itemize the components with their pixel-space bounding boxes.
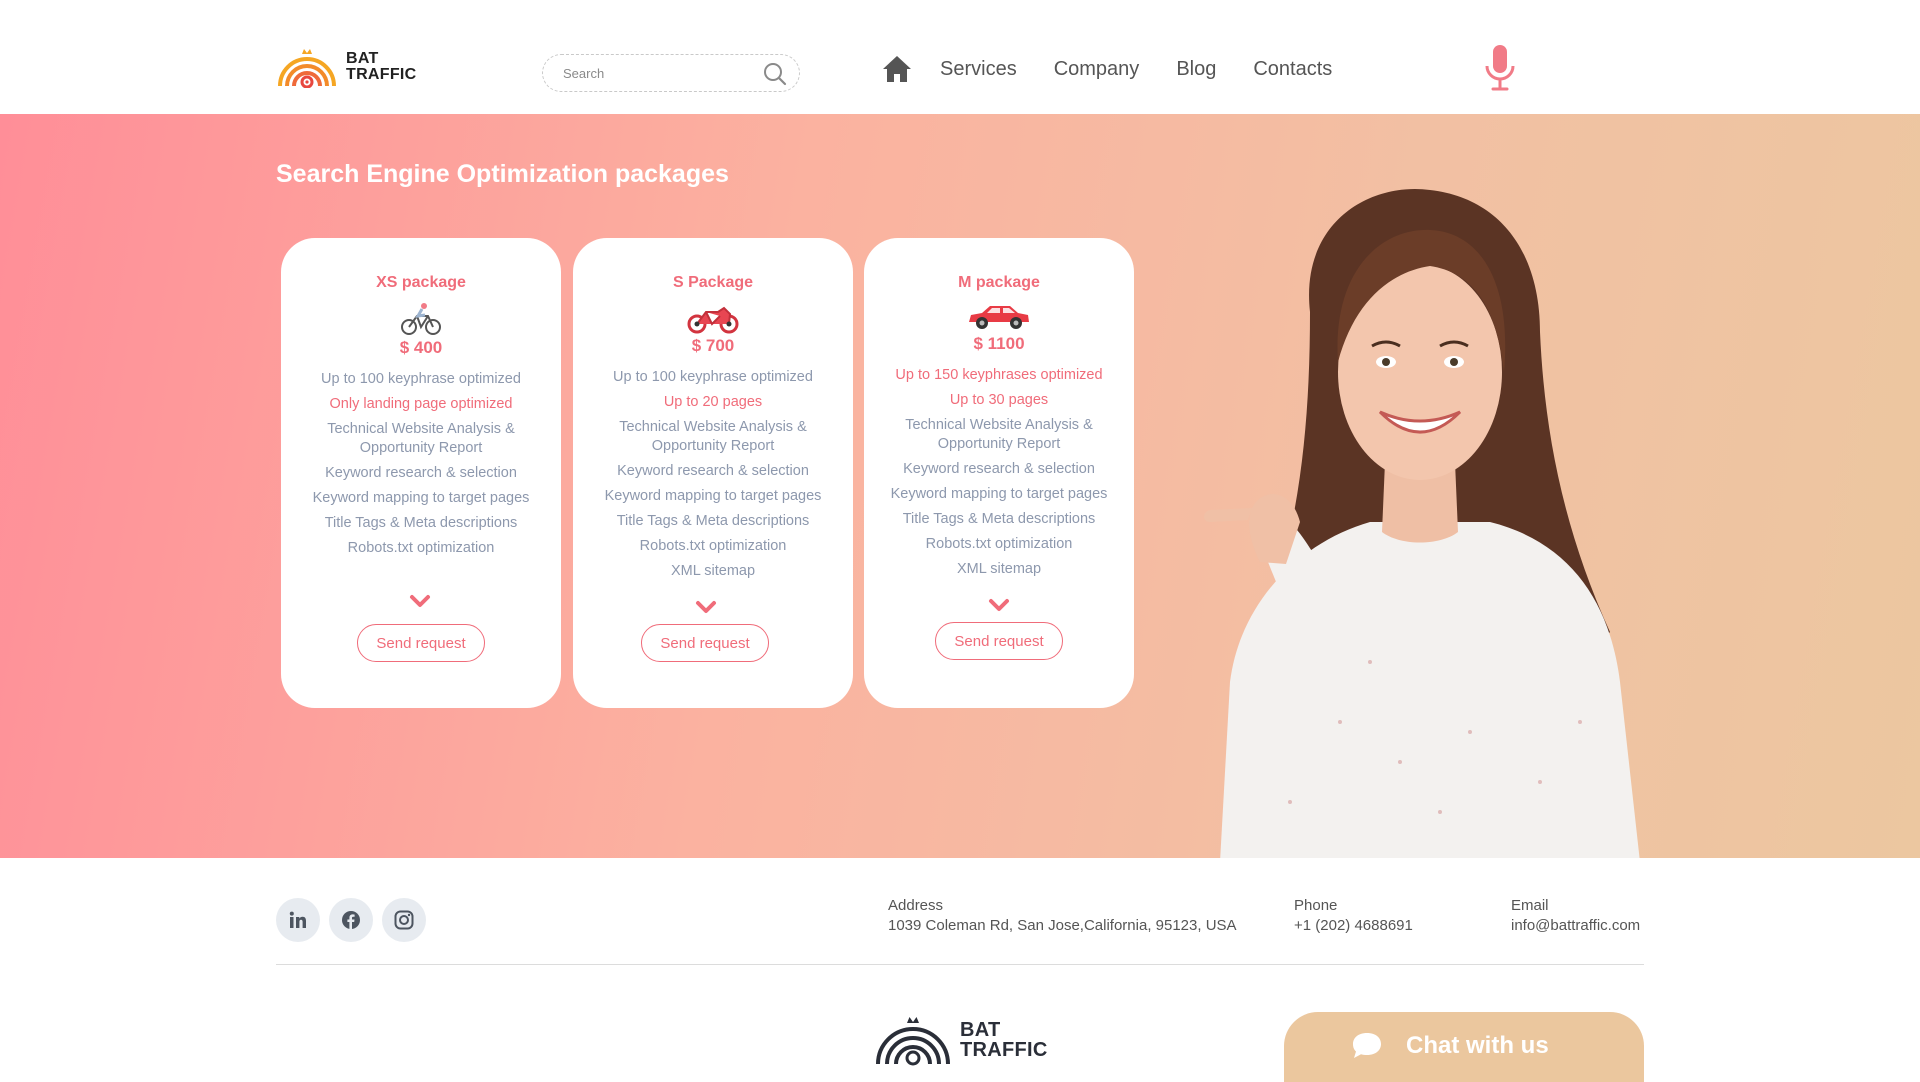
chat-label: Chat with us (1406, 1032, 1549, 1059)
footer-logo[interactable]: BAT TRAFFIC (874, 1014, 1048, 1066)
search-input[interactable] (563, 64, 753, 82)
feature-item: XML sitemap (956, 561, 1042, 577)
instagram-icon (394, 910, 414, 930)
feature-item: Keyword mapping to target pages (604, 488, 822, 504)
nav-services[interactable]: Services (940, 52, 1017, 86)
address-label: Address (888, 897, 944, 914)
feature-item: Up to 100 keyphrase optimized (613, 369, 813, 385)
facebook-icon (342, 911, 360, 929)
feature-item: Up to 150 keyphrases optimized (895, 367, 1103, 383)
feature-item: Robots.txt optimization (925, 536, 1073, 552)
phone-label: Phone (1294, 897, 1338, 914)
feature-item: Title Tags & Meta descriptions (902, 511, 1096, 527)
feature-item: Up to 100 keyphrase optimized (321, 371, 521, 387)
nav-company[interactable]: Company (1054, 52, 1140, 86)
feature-item: Up to 20 pages (663, 394, 763, 410)
package-name: S Package (672, 274, 754, 291)
chat-with-us-button[interactable]: Chat with us (1284, 1012, 1644, 1082)
package-name: XS package (376, 274, 466, 291)
car-icon (969, 306, 1029, 329)
facebook-link[interactable] (329, 898, 373, 942)
package-name: M package (958, 274, 1040, 291)
package-card-xs: XS package $ 400 Up to 100 keyphrase opt… (281, 238, 561, 708)
logo-line-2: TRAFFIC (346, 66, 417, 83)
linkedin-link[interactable] (276, 898, 320, 942)
nav-contacts[interactable]: Contacts (1253, 52, 1332, 86)
feature-item: XML sitemap (670, 563, 756, 579)
home-icon[interactable] (882, 55, 912, 83)
address-value: 1039 Coleman Rd, San Jose,California, 95… (888, 917, 1237, 934)
chevron-down-icon[interactable] (409, 594, 431, 608)
logo-line-1: BAT (346, 50, 379, 67)
nav-blog[interactable]: Blog (1176, 52, 1216, 86)
linkedin-icon (289, 911, 306, 928)
package-card-m: M package $ 1100 Up to 150 keyphrases op… (864, 238, 1134, 708)
search-icon[interactable] (763, 62, 787, 86)
instagram-link[interactable] (382, 898, 426, 942)
email-label: Email (1511, 897, 1549, 914)
feature-item: Title Tags & Meta descriptions (616, 513, 810, 529)
social-links (276, 898, 435, 942)
search-box (542, 54, 800, 92)
feature-item: Robots.txt optimization (347, 540, 495, 556)
feature-item: Keyword mapping to target pages (312, 490, 530, 506)
feature-item: Keyword research & selection (325, 465, 517, 481)
page-title: Search Engine Optimization packages (276, 160, 729, 188)
bicycle-icon (401, 303, 441, 335)
feature-item: Keyword mapping to target pages (890, 486, 1108, 502)
logo-text: BAT TRAFFIC (960, 1020, 1048, 1060)
send-request-button[interactable]: Send request (641, 624, 769, 662)
site-header: BAT TRAFFIC Services Company Blog Contac… (0, 0, 1920, 114)
bat-traffic-logo-icon (278, 49, 336, 88)
feature-item: Up to 30 pages (949, 392, 1049, 408)
feature-item: Title Tags & Meta descriptions (324, 515, 518, 531)
feature-item: Technical Website Analysis & Opportunity… (327, 421, 515, 456)
feature-list: Up to 150 keyphrases optimized Up to 30 … (864, 366, 1134, 579)
chevron-down-icon[interactable] (988, 598, 1010, 612)
chevron-down-icon[interactable] (695, 600, 717, 614)
phone-value[interactable]: +1 (202) 4688691 (1294, 916, 1413, 936)
package-card-s: S Package $ 700 Up to 100 keyphrase opti… (573, 238, 853, 708)
logo[interactable]: BAT TRAFFIC (276, 46, 417, 88)
phone-block: Phone +1 (202) 4688691 (1294, 896, 1413, 936)
feature-list: Up to 100 keyphrase optimized Up to 20 p… (573, 368, 853, 581)
motorcycle-icon (687, 306, 739, 334)
feature-list: Up to 100 keyphrase optimized Only landi… (281, 370, 561, 558)
package-price: $ 700 (691, 336, 735, 355)
feature-item: Technical Website Analysis & Opportunity… (905, 417, 1093, 452)
email-block: Email info@battraffic.com (1511, 896, 1640, 936)
main-nav: Services Company Blog Contacts (882, 52, 1369, 86)
feature-item: Only landing page optimized (329, 396, 513, 412)
smiling-woman-pointing-image (1204, 189, 1640, 858)
hero-section: Search Engine Optimization packages XS p… (0, 114, 1920, 858)
site-footer: Address 1039 Coleman Rd, San Jose,Califo… (0, 858, 1920, 1082)
feature-item: Robots.txt optimization (639, 538, 787, 554)
chat-bubble-icon (1353, 1033, 1381, 1058)
send-request-button[interactable]: Send request (935, 622, 1063, 660)
feature-item: Technical Website Analysis & Opportunity… (619, 419, 807, 454)
logo-line-1: BAT (960, 1019, 1001, 1041)
microphone-icon[interactable] (1484, 44, 1516, 92)
bat-traffic-logo-icon (876, 1017, 950, 1066)
package-price: $ 1100 (973, 334, 1025, 353)
package-price: $ 400 (399, 338, 443, 357)
address-block: Address 1039 Coleman Rd, San Jose,Califo… (888, 896, 1237, 936)
logo-text: BAT TRAFFIC (346, 51, 417, 83)
feature-item: Keyword research & selection (617, 463, 809, 479)
logo-line-2: TRAFFIC (960, 1039, 1048, 1061)
email-value[interactable]: info@battraffic.com (1511, 916, 1640, 936)
feature-item: Keyword research & selection (903, 461, 1095, 477)
send-request-button[interactable]: Send request (357, 624, 485, 662)
footer-divider (276, 964, 1644, 965)
